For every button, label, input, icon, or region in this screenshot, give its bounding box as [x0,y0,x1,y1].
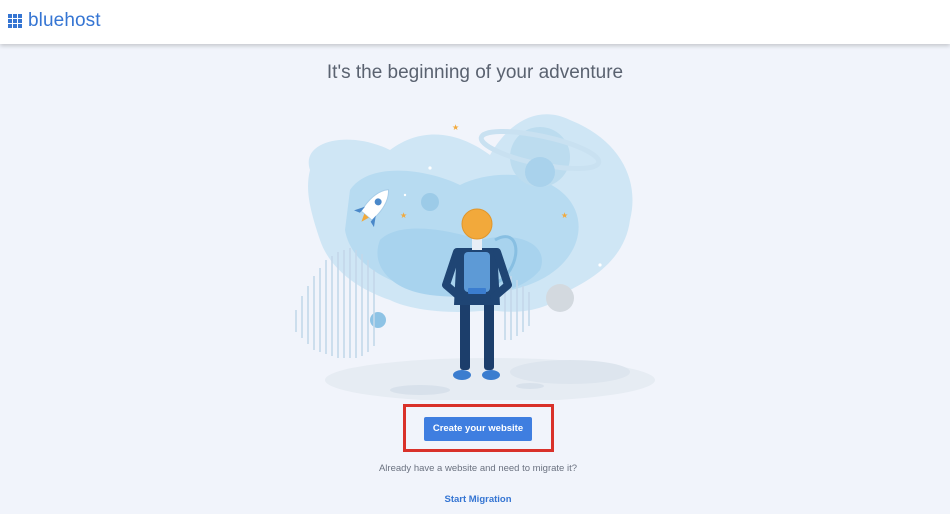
create-website-button[interactable]: Create your website [424,417,532,441]
start-migration-link[interactable]: Start Migration [0,494,950,505]
bluehost-logo[interactable]: bluehost [8,10,101,32]
brand-name: bluehost [28,10,101,31]
top-bar: bluehost [0,0,950,44]
svg-text:★: ★ [400,211,407,220]
svg-text:★: ★ [561,211,568,220]
astronaut-space-illustration: ★ ★ ★ [295,114,655,400]
migrate-prompt: Already have a website and need to migra… [378,463,578,474]
svg-text:★: ★ [452,123,459,132]
grid-icon [8,14,22,28]
page-headline: It's the beginning of your adventure [326,62,624,83]
